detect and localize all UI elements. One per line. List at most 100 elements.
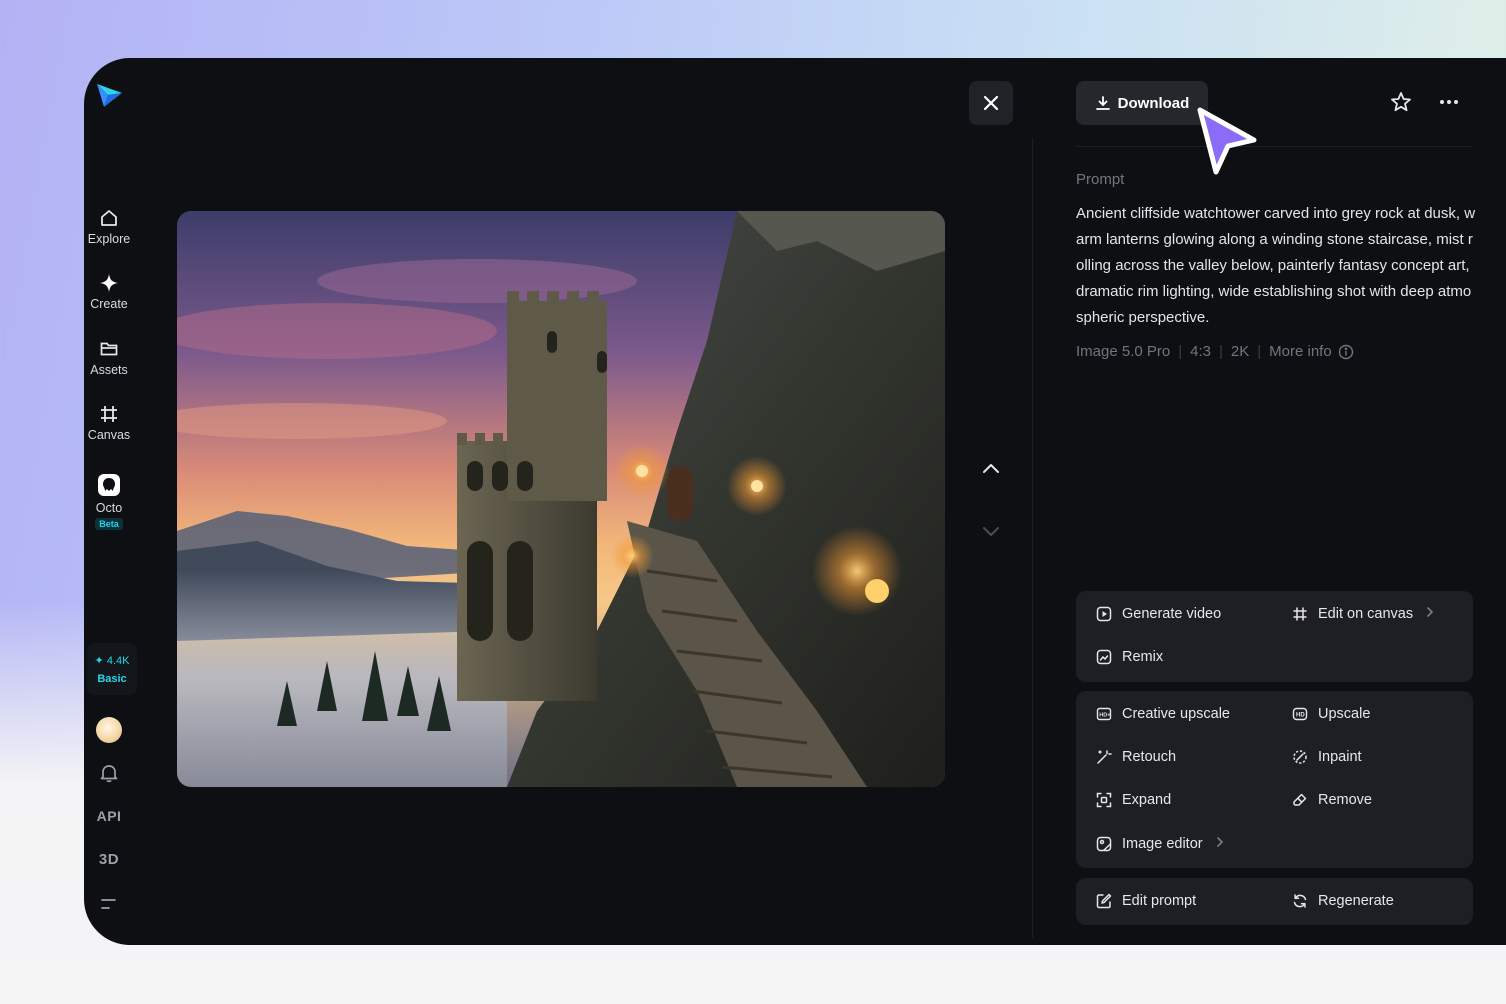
inpaint-button[interactable]: Inpaint bbox=[1292, 749, 1362, 765]
prompt-text: Ancient cliffside watchtower carved into… bbox=[1076, 205, 1476, 326]
bell-icon bbox=[100, 765, 118, 783]
sidebar-item-octo[interactable]: Octo Beta bbox=[84, 473, 134, 530]
notifications-button[interactable] bbox=[84, 763, 134, 788]
star-icon bbox=[1391, 92, 1411, 112]
more-info-link[interactable]: More info bbox=[1269, 343, 1332, 360]
menu-icon bbox=[101, 899, 116, 909]
action-card-edit: HD+ Creative upscale HD Upscale Retouch … bbox=[1076, 691, 1473, 868]
meta-separator: | bbox=[1178, 343, 1183, 360]
app-window: Explore Create Assets Canvas Octo Beta ✦… bbox=[84, 58, 1506, 945]
chevron-right-icon bbox=[1215, 836, 1225, 852]
image-editor-icon bbox=[1096, 836, 1112, 852]
frame-icon bbox=[101, 406, 117, 422]
remove-button[interactable]: Remove bbox=[1292, 792, 1372, 808]
prompt-label: Prompt bbox=[1076, 171, 1125, 188]
resolution: 2K bbox=[1230, 343, 1250, 360]
sidebar-item-create[interactable]: Create bbox=[84, 273, 134, 311]
image-editor-button[interactable]: Image editor bbox=[1096, 836, 1225, 852]
remix-button[interactable]: Remix bbox=[1096, 649, 1163, 665]
eraser-icon bbox=[1293, 793, 1307, 806]
sidebar-item-explore[interactable]: Explore bbox=[84, 208, 134, 246]
generated-image[interactable] bbox=[177, 211, 945, 787]
model-name: Image 5.0 Pro bbox=[1076, 343, 1171, 360]
edit-on-canvas-button[interactable]: Edit on canvas bbox=[1292, 606, 1435, 622]
favorite-button[interactable] bbox=[1390, 91, 1412, 118]
svg-text:HD+: HD+ bbox=[1099, 713, 1110, 719]
regenerate-button[interactable]: Regenerate bbox=[1292, 893, 1394, 909]
retouch-button[interactable]: Retouch bbox=[1096, 749, 1176, 765]
sidebar-item-assets[interactable]: Assets bbox=[84, 339, 134, 377]
download-icon bbox=[1095, 96, 1110, 110]
generation-meta: Image 5.0 Pro | 4:3 | 2K | More info bbox=[1076, 343, 1354, 360]
next-image-button[interactable] bbox=[980, 520, 1002, 547]
credits-widget[interactable]: ✦ 4.4K Basic bbox=[87, 643, 137, 695]
magic-wand-icon bbox=[1097, 750, 1112, 764]
action-card-prompt: Edit prompt Regenerate bbox=[1076, 878, 1473, 925]
chevron-down-icon bbox=[983, 527, 999, 536]
header-divider bbox=[1076, 146, 1473, 147]
aspect-ratio: 4:3 bbox=[1190, 343, 1211, 360]
folder-icon bbox=[100, 342, 118, 356]
3d-link[interactable]: 3D bbox=[84, 851, 134, 868]
chevron-up-icon bbox=[983, 464, 999, 473]
home-icon bbox=[101, 210, 117, 226]
expand-icon bbox=[1096, 792, 1112, 808]
svg-text:HD: HD bbox=[1296, 713, 1305, 719]
api-link[interactable]: API bbox=[84, 808, 134, 824]
menu-button[interactable] bbox=[84, 896, 134, 917]
action-label: Inpaint bbox=[1318, 749, 1362, 765]
credits-amount: ✦ 4.4K bbox=[94, 655, 130, 667]
panel-divider bbox=[1032, 138, 1033, 938]
sidebar-item-label: Octo bbox=[95, 501, 123, 515]
chevron-right-icon bbox=[1425, 606, 1435, 622]
avatar[interactable] bbox=[96, 717, 122, 743]
octo-icon bbox=[98, 474, 120, 496]
action-label: Edit prompt bbox=[1122, 893, 1197, 909]
action-label: Remove bbox=[1318, 792, 1372, 808]
sidebar-item-label: Assets bbox=[90, 363, 128, 377]
action-label: Generate video bbox=[1122, 606, 1222, 622]
more-options-button[interactable] bbox=[1438, 91, 1460, 118]
download-label: Download bbox=[1117, 94, 1190, 112]
sidebar-item-label: Explore bbox=[87, 232, 131, 246]
download-button[interactable]: Download bbox=[1076, 81, 1208, 125]
meta-separator: | bbox=[1218, 343, 1223, 360]
beta-badge: Beta bbox=[95, 518, 123, 530]
sidebar: Explore Create Assets Canvas Octo Beta ✦… bbox=[84, 58, 137, 945]
action-label: Regenerate bbox=[1318, 893, 1394, 909]
action-label: Upscale bbox=[1318, 706, 1371, 722]
action-card-create: Generate video Edit on canvas Remix bbox=[1076, 591, 1473, 682]
action-label: Edit on canvas bbox=[1318, 606, 1414, 622]
inpaint-icon bbox=[1293, 750, 1307, 764]
action-label: Retouch bbox=[1122, 749, 1177, 765]
hd-icon: HD bbox=[1292, 707, 1308, 721]
close-button[interactable] bbox=[969, 81, 1013, 125]
upscale-button[interactable]: HD Upscale bbox=[1292, 706, 1370, 722]
generate-video-button[interactable]: Generate video bbox=[1096, 606, 1221, 622]
action-label: Creative upscale bbox=[1122, 706, 1230, 722]
edit-icon bbox=[1096, 893, 1112, 909]
more-icon bbox=[1440, 100, 1458, 104]
sidebar-item-label: Create bbox=[90, 297, 128, 311]
refresh-icon bbox=[1293, 894, 1307, 908]
action-label: Remix bbox=[1122, 649, 1164, 665]
sparkle-icon bbox=[100, 274, 118, 292]
remix-icon bbox=[1096, 649, 1112, 665]
sidebar-item-label: Canvas bbox=[87, 428, 131, 442]
expand-button[interactable]: Expand bbox=[1096, 792, 1171, 808]
info-icon[interactable] bbox=[1338, 344, 1354, 360]
app-logo[interactable] bbox=[95, 82, 123, 108]
action-label: Image editor bbox=[1122, 836, 1203, 852]
previous-image-button[interactable] bbox=[980, 458, 1002, 485]
hd-plus-icon: HD+ bbox=[1096, 707, 1112, 721]
plan-tier: Basic bbox=[97, 673, 127, 685]
mouse-pointer-icon bbox=[1194, 104, 1262, 185]
action-label: Expand bbox=[1122, 792, 1172, 808]
meta-separator: | bbox=[1257, 343, 1262, 360]
frame-icon bbox=[1293, 607, 1307, 621]
close-icon bbox=[983, 95, 999, 111]
edit-prompt-button[interactable]: Edit prompt bbox=[1096, 893, 1196, 909]
play-icon bbox=[1096, 606, 1112, 622]
creative-upscale-button[interactable]: HD+ Creative upscale bbox=[1096, 706, 1230, 722]
sidebar-item-canvas[interactable]: Canvas bbox=[84, 404, 134, 442]
